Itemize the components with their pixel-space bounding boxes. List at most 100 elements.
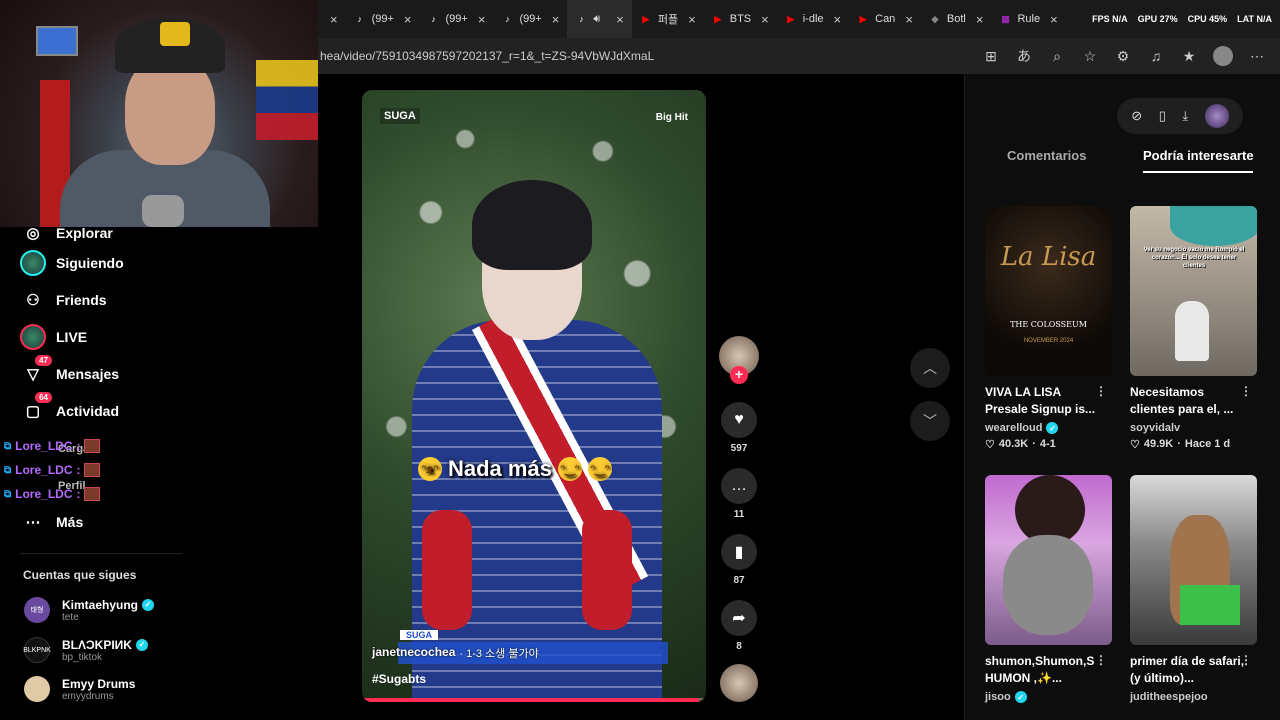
save-button[interactable]: ▮ 87 [718, 534, 760, 586]
suggested-video-card[interactable]: shumon,Shumon,S HUMON ,✨... ⋮ jisoo ✓ [985, 475, 1113, 703]
video-thumbnail[interactable] [985, 475, 1112, 645]
author-name[interactable]: janetnecochea [372, 645, 455, 661]
sidebar-item-friends[interactable]: ⚇ Friends [20, 286, 106, 314]
close-tab-icon[interactable]: × [478, 12, 486, 27]
share-icon[interactable]: ➦ [721, 600, 757, 636]
device-icon[interactable]: ▯ [1159, 108, 1166, 124]
divider [20, 553, 182, 554]
green-object [1180, 585, 1240, 625]
sidebar-item-siguiendo[interactable]: Siguiendo [20, 249, 124, 277]
card-title[interactable]: VIVA LA LISA Presale Signup is... [985, 384, 1103, 418]
music-disc-icon[interactable] [720, 664, 758, 702]
sidebar-item-label: Siguiendo [56, 255, 124, 271]
comment-icon[interactable]: … [721, 468, 757, 504]
suggested-video-card[interactable]: La Lisa THE COLOSSEUM NOVEMBER 2024 VIVA… [985, 206, 1113, 451]
account-handle: tete [62, 611, 79, 623]
avatar[interactable]: + [719, 336, 759, 384]
close-tab-icon[interactable]: × [616, 12, 624, 27]
tab-comentarios[interactable]: Comentarios [1007, 148, 1086, 163]
browser-tab[interactable]: ▦ Rule × [991, 0, 1065, 38]
app-icon[interactable]: ⊞ [982, 48, 1000, 65]
followed-account[interactable]: Emyy Drums emyydrums [24, 676, 135, 702]
sidebar-item-actividad[interactable]: ▢ 64 Actividad [20, 392, 119, 425]
card-user[interactable]: wearelloud ✓ [985, 422, 1113, 434]
card-title[interactable]: Necesitamos clientes para el, ... [1130, 384, 1248, 418]
card-user[interactable]: jisoo ✓ [985, 691, 1113, 703]
card-title[interactable]: primer día de safari, (y último)... [1130, 653, 1248, 687]
video-thumbnail[interactable] [1130, 475, 1257, 645]
progress-bar[interactable] [362, 698, 706, 702]
speaker-icon[interactable]: 🔊︎ [593, 13, 600, 26]
browser-tab[interactable]: ♪ (99+ × [420, 0, 494, 38]
live-icon [20, 324, 46, 350]
close-tab-icon[interactable]: × [905, 12, 913, 27]
heart-icon[interactable]: ♥ [721, 402, 757, 438]
sound-avatar[interactable] [718, 664, 760, 702]
previous-video-button[interactable]: ︿ [910, 348, 950, 388]
followed-account[interactable]: BLKPNK BLΛƆKPIИK ✓ bp_tiktok [23, 637, 148, 663]
hashtag-link[interactable]: #Sugabts [372, 672, 426, 686]
video-player[interactable]: SUGA Big Hit ᵔᴥᵔ Nada más ᵔ‿ᵔ ᵔ‿ᵔ SUGA j… [362, 90, 706, 702]
browser-tab[interactable]: ♪ 🔊︎ × [567, 0, 632, 38]
more-options-icon[interactable]: ⋮ [1095, 384, 1107, 398]
video-author[interactable]: janetnecochea · 1-3 소생 불가야 [372, 645, 539, 661]
download-icon[interactable]: ⤓ [1182, 108, 1188, 124]
suggested-video-card[interactable]: primer día de safari, (y último)... ⋮ ju… [1130, 475, 1258, 703]
compass-icon[interactable]: ⊘ [1131, 108, 1142, 124]
bookmark-icon[interactable]: ▮ [721, 534, 757, 570]
suggested-video-card[interactable]: Ver su negocio vacío me Rompió el corazó… [1130, 206, 1258, 451]
tab-podria-interesarte[interactable]: Podría interesarte [1143, 148, 1254, 163]
user-avatar[interactable] [1204, 104, 1229, 128]
browser-tab[interactable]: ◆ Botl × [921, 0, 992, 38]
close-tab-icon[interactable]: × [688, 12, 696, 27]
share-button[interactable]: ➦ 8 [718, 600, 760, 652]
sidebar: ◎ Explorar Siguiendo ⚇ Friends LIVE ▽ 47 … [0, 227, 190, 720]
card-title[interactable]: shumon,Shumon,S HUMON ,✨... [985, 653, 1103, 687]
profile-avatar[interactable] [1213, 46, 1233, 66]
account-avatar [24, 676, 50, 702]
url-field[interactable]: hea/video/7591034987597202137_r=1&_t=ZS-… [318, 49, 654, 63]
menu-icon[interactable]: ⋯ [1248, 48, 1266, 65]
close-tab-icon[interactable]: × [834, 12, 842, 27]
extensions-icon[interactable]: ⚙ [1114, 48, 1132, 65]
close-tab-icon[interactable]: × [330, 12, 338, 27]
next-video-button[interactable]: ﹀ [910, 401, 950, 441]
browser-tab[interactable]: ▶ i-dle × [777, 0, 849, 38]
browser-tab[interactable]: ▶ 퍼플 × [632, 0, 704, 38]
card-likes: 40.3K [998, 438, 1029, 450]
sidebar-item-mensajes[interactable]: ▽ 47 Mensajes [20, 355, 119, 388]
card-user[interactable]: soyvidalv [1130, 422, 1258, 434]
verified-icon: ✓ [1046, 422, 1059, 434]
close-tab-icon[interactable]: × [1050, 12, 1058, 27]
browser-tab[interactable]: ▶ BTS × [704, 0, 777, 38]
media-icon[interactable]: ♫ [1147, 48, 1165, 64]
video-thumbnail[interactable]: Ver su negocio vacío me Rompió el corazó… [1130, 206, 1257, 376]
followed-account[interactable]: 태형 Kimtaehyung ✓ tete [24, 597, 155, 623]
video-thumbnail[interactable]: La Lisa THE COLOSSEUM NOVEMBER 2024 [985, 206, 1112, 376]
zoom-icon[interactable]: ⌕ [1048, 48, 1066, 65]
browser-tab[interactable]: ♪ (99+ × [493, 0, 567, 38]
browser-tab[interactable]: × [318, 0, 346, 38]
browser-tab[interactable]: ▶ Can × [849, 0, 921, 38]
youtube-icon: ▶ [859, 13, 867, 24]
browser-tab[interactable]: ♪ (99+ × [346, 0, 420, 38]
close-tab-icon[interactable]: × [552, 12, 560, 27]
more-options-icon[interactable]: ⋮ [1240, 384, 1252, 398]
follow-plus-icon[interactable]: + [730, 366, 748, 384]
close-tab-icon[interactable]: × [404, 12, 412, 27]
card-user[interactable]: juditheespejoo [1130, 691, 1258, 703]
creator-avatar[interactable]: + [718, 336, 760, 384]
more-options-icon[interactable]: ⋮ [1240, 653, 1252, 667]
close-tab-icon[interactable]: × [761, 12, 769, 27]
favorites-icon[interactable]: ★ [1180, 48, 1198, 65]
chat-separator: : [76, 487, 81, 501]
like-button[interactable]: ♥ 597 [718, 402, 760, 454]
address-bar[interactable]: hea/video/7591034987597202137_r=1&_t=ZS-… [318, 38, 1280, 74]
favorite-star-icon[interactable]: ☆ [1081, 48, 1099, 65]
sidebar-item-live[interactable]: LIVE [20, 323, 87, 351]
close-tab-icon[interactable]: × [976, 12, 984, 27]
translate-icon[interactable]: あ [1015, 46, 1033, 66]
comment-button[interactable]: … 11 [718, 468, 760, 520]
more-options-icon[interactable]: ⋮ [1095, 653, 1107, 667]
sidebar-item-mas[interactable]: ⋯ Más [20, 508, 84, 536]
